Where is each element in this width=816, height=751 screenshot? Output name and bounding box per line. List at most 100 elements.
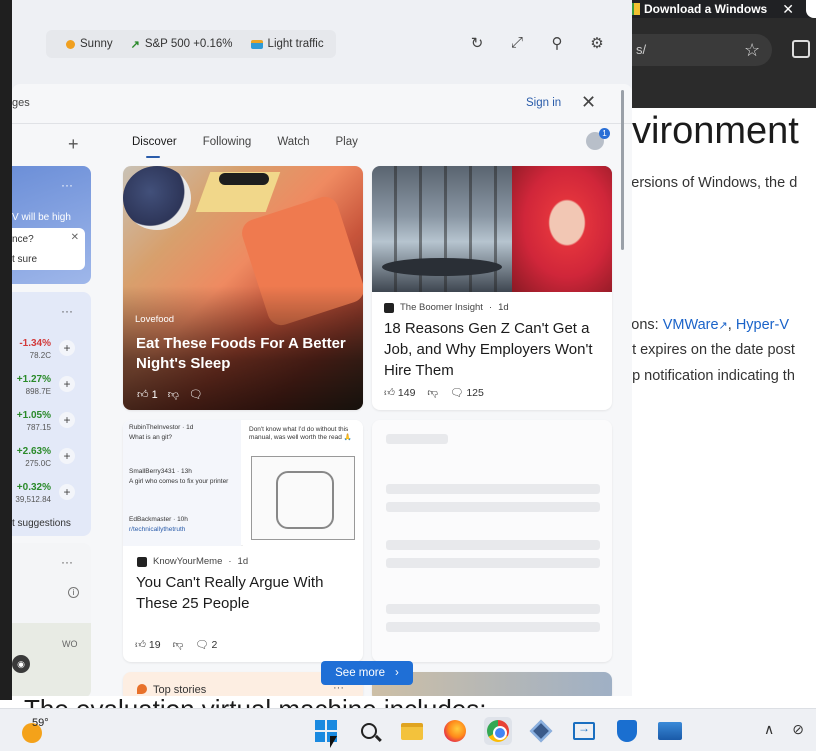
popup-close-icon[interactable]: ✕ — [71, 232, 79, 243]
dislike-icon[interactable]: 👎︎ — [173, 638, 184, 651]
bookmark-star-icon[interactable]: ☆ — [744, 40, 760, 61]
flame-icon — [137, 684, 147, 694]
stock-value: 787.15 — [26, 423, 51, 432]
comment-count: 2 — [211, 639, 218, 651]
article-source-row: The Boomer Insight · 1d — [384, 302, 509, 313]
stock-suggestions-link[interactable]: t suggestions — [12, 518, 71, 529]
firefox-button[interactable] — [441, 717, 469, 745]
refresh-icon[interactable]: ↻ — [468, 34, 486, 52]
skeleton-line — [386, 558, 600, 568]
popup-answer[interactable]: t sure — [12, 254, 37, 265]
meme-post-link: r/technicallythetruth — [129, 526, 186, 533]
stock-chip[interactable]: ↗ S&P 500 +0.16% — [131, 38, 233, 51]
hyperv-link[interactable]: Hyper-V — [736, 317, 789, 333]
comment-button[interactable]: 🗨︎ 125 — [450, 386, 484, 399]
tray-overflow-chevron-icon[interactable]: ∧ — [764, 721, 774, 738]
camera-icon[interactable]: ◉ — [12, 655, 30, 673]
virtualbox-icon — [529, 719, 553, 743]
chrome-button[interactable] — [484, 717, 512, 745]
traffic-map[interactable]: WO ◉ — [12, 623, 91, 696]
conference-table — [382, 258, 502, 276]
weather-widget[interactable]: ··· V will be high nce? ✕ t sure — [12, 166, 91, 284]
network-icon[interactable]: ⊘ — [792, 721, 804, 738]
expand-icon[interactable]: ⤢ — [508, 34, 526, 52]
meme-post-text: A girl who comes to fix your printer — [129, 478, 229, 485]
weather-chip-label: Sunny — [80, 38, 113, 50]
like-button[interactable]: 👍︎ 19 — [135, 638, 161, 651]
stock-change: +1.05% — [16, 410, 51, 421]
comment-icon[interactable]: 🗨︎ — [189, 388, 203, 401]
stock-row[interactable]: +1.05% 787.15 + — [12, 406, 91, 440]
source-separator: · — [488, 302, 493, 313]
stock-row[interactable]: +1.27% 898.7E + — [12, 370, 91, 404]
search-icon — [361, 723, 377, 739]
add-stock-button[interactable]: + — [59, 448, 75, 464]
pin-icon[interactable]: ⚲ — [548, 34, 566, 52]
see-more-button[interactable]: See more › — [321, 661, 413, 685]
firefox-icon — [444, 720, 466, 742]
close-icon[interactable]: ✕ — [581, 92, 596, 113]
file-explorer-button[interactable] — [398, 717, 426, 745]
sign-in-link[interactable]: Sign in — [526, 97, 561, 109]
search-button[interactable] — [355, 717, 383, 745]
dislike-icon[interactable]: 👎︎ — [427, 386, 438, 399]
settings-icon[interactable]: ⚙ — [588, 34, 606, 52]
tab-discover[interactable]: Discover — [132, 136, 177, 158]
article-actions: 👍︎ 149 👎︎ 🗨︎ 125 — [384, 386, 484, 399]
article-card[interactable]: RubinTheInvestor · 1d What is an git? Sm… — [123, 420, 363, 662]
tab-following[interactable]: Following — [203, 136, 252, 148]
new-tab-area[interactable] — [806, 0, 816, 18]
vmware-link[interactable]: VMWare — [663, 317, 719, 333]
article-source: Lovefood — [135, 314, 175, 325]
tab-watch[interactable]: Watch — [277, 136, 309, 148]
weather-chip[interactable]: Sunny — [66, 38, 113, 50]
page-text-line: at expires on the date post — [624, 342, 795, 358]
info-chips: Sunny ↗ S&P 500 +0.16% Light traffic — [46, 30, 336, 58]
stocks-menu-icon[interactable]: ··· — [61, 304, 73, 318]
tab-close-icon[interactable]: ✕ — [782, 1, 794, 18]
taskbar-apps — [312, 717, 684, 745]
tab-play[interactable]: Play — [335, 136, 357, 148]
browser-tab[interactable]: Download a Windows ✕ — [628, 0, 798, 18]
topbar-actions: ↻ ⤢ ⚲ ⚙ — [468, 34, 606, 52]
stock-row[interactable]: +0.32% 39,512.84 + — [12, 478, 91, 512]
extensions-icon[interactable] — [792, 40, 810, 58]
weather-menu-icon[interactable]: ··· — [61, 178, 73, 192]
photos-button[interactable] — [656, 717, 684, 745]
source-logo-icon — [384, 302, 394, 313]
article-title[interactable]: 18 Reasons Gen Z Can't Get a Job, and Wh… — [384, 318, 606, 381]
stock-row[interactable]: +2.63% 275.0C + — [12, 442, 91, 476]
skeleton-line — [386, 604, 600, 614]
add-stock-button[interactable]: + — [59, 412, 75, 428]
comment-count: 125 — [466, 387, 484, 399]
defender-button[interactable] — [613, 717, 641, 745]
stock-row[interactable]: -1.34% 78.2C + — [12, 334, 91, 368]
add-widget-button[interactable]: + — [68, 134, 79, 155]
system-tray: ∧ ⊘ — [764, 721, 804, 738]
dislike-icon[interactable]: 👎︎ — [168, 388, 179, 401]
file-explorer-icon — [401, 722, 423, 740]
add-stock-button[interactable]: + — [59, 376, 75, 392]
add-stock-button[interactable]: + — [59, 340, 75, 356]
background-window-edge — [0, 0, 12, 700]
stock-change: +1.27% — [16, 374, 51, 385]
info-icon[interactable]: i — [68, 587, 79, 598]
page-heading: vironment — [632, 110, 799, 152]
article-title[interactable]: Eat These Foods For A Better Night's Sle… — [136, 334, 352, 374]
virtualbox-button[interactable] — [527, 717, 555, 745]
traffic-chip[interactable]: Light traffic — [250, 38, 324, 50]
article-card[interactable]: The Boomer Insight · 1d 18 Reasons Gen Z… — [372, 166, 612, 410]
map-menu-icon[interactable]: ··· — [61, 555, 73, 569]
like-button[interactable]: 👍︎ 149 — [384, 386, 415, 399]
article-title[interactable]: You Can't Really Argue With These 25 Peo… — [136, 572, 352, 614]
remote-desktop-button[interactable] — [570, 717, 598, 745]
source-separator: · — [228, 556, 232, 567]
traffic-map-widget[interactable]: ··· i WO ◉ — [12, 543, 91, 696]
stock-change: +0.32% — [16, 482, 51, 493]
article-card[interactable]: Lovefood Eat These Foods For A Better Ni… — [123, 166, 363, 410]
add-stock-button[interactable]: + — [59, 484, 75, 500]
meme-post-user: SmallBerry3431 · 13h — [129, 468, 192, 475]
comment-button[interactable]: 🗨︎ 2 — [195, 638, 217, 651]
like-button[interactable]: 👍︎ 1 — [137, 388, 158, 401]
feed-scrollbar[interactable] — [621, 90, 624, 250]
